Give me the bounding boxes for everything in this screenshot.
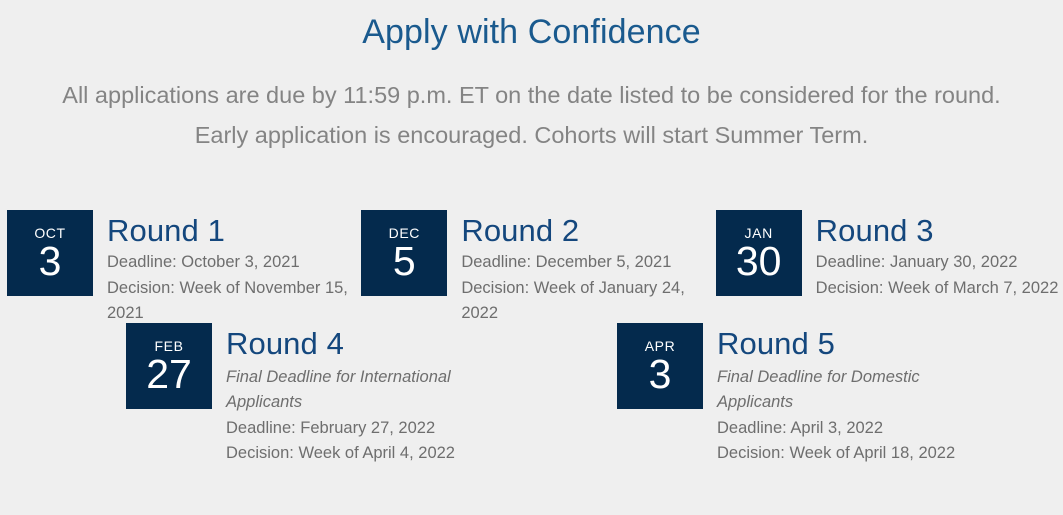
round-note: Final Deadline for International Applica… (226, 367, 451, 412)
round-card: DEC 5 Round 2 Deadline: December 5, 2021… (361, 210, 715, 327)
round-card: JAN 30 Round 3 Deadline: January 30, 202… (715, 210, 1063, 327)
round-card: FEB 27 Round 4 Final Deadline for Intern… (126, 322, 617, 467)
date-badge-day: 5 (392, 238, 416, 284)
round-deadline: Deadline: December 5, 2021 (461, 253, 672, 271)
intro-line-1: All applications are due by 11:59 p.m. E… (62, 81, 1001, 108)
round-card-body: Round 5 Final Deadline for Domestic Appl… (703, 323, 977, 467)
page-title: Apply with Confidence (362, 13, 701, 51)
round-card: OCT 3 Round 1 Deadline: October 3, 2021 … (7, 210, 361, 327)
rounds-row-first: OCT 3 Round 1 Deadline: October 3, 2021 … (0, 210, 1063, 327)
date-badge: OCT 3 (7, 210, 93, 296)
round-deadline: Deadline: January 30, 2022 (815, 253, 1018, 271)
round-card-body: Round 2 Deadline: December 5, 2021 Decis… (447, 210, 711, 327)
date-badge: DEC 5 (361, 210, 448, 296)
round-decision: Decision: Week of November 15, 2021 (107, 278, 348, 323)
round-deadline: Deadline: February 27, 2022 (226, 418, 436, 437)
round-decision: Decision: Week of March 7, 2022 (815, 278, 1059, 297)
round-decision: Decision: Week of January 24, 2022 (461, 278, 685, 323)
admissions-deadlines-page: Apply with Confidence All applications a… (0, 0, 1063, 515)
round-decision: Decision: Week of April 18, 2022 (717, 444, 956, 462)
date-badge-day: 3 (38, 238, 62, 284)
round-title: Round 1 (107, 213, 225, 248)
intro-line-2: Early application is encouraged. Cohorts… (194, 121, 869, 148)
round-decision: Decision: Week of April 4, 2022 (226, 444, 455, 462)
round-title: Round 2 (461, 213, 580, 248)
round-card-body: Round 4 Final Deadline for International… (212, 323, 486, 467)
date-badge: APR 3 (617, 322, 703, 409)
date-badge-day: 3 (648, 350, 672, 397)
round-title: Round 3 (815, 213, 934, 248)
date-badge-day: 27 (146, 350, 192, 397)
date-badge: FEB 27 (126, 322, 212, 409)
rounds-list: OCT 3 Round 1 Deadline: October 3, 2021 … (0, 210, 1063, 467)
round-card-body: Round 1 Deadline: October 3, 2021 Decisi… (93, 210, 357, 327)
round-title: Round 5 (717, 325, 835, 361)
round-card-body: Round 3 Deadline: January 30, 2022 Decis… (802, 210, 1063, 301)
rounds-row-second: FEB 27 Round 4 Final Deadline for Intern… (0, 322, 1063, 467)
round-note: Final Deadline for Domestic Applicants (717, 367, 920, 412)
date-badge: JAN 30 (715, 210, 802, 296)
intro-paragraph: All applications are due by 11:59 p.m. E… (0, 53, 1063, 155)
round-deadline: Deadline: April 3, 2022 (717, 418, 884, 437)
date-badge-day: 30 (735, 238, 782, 284)
round-card: APR 3 Round 5 Final Deadline for Domesti… (617, 322, 1063, 467)
round-deadline: Deadline: October 3, 2021 (107, 253, 300, 271)
round-title: Round 4 (226, 325, 344, 361)
